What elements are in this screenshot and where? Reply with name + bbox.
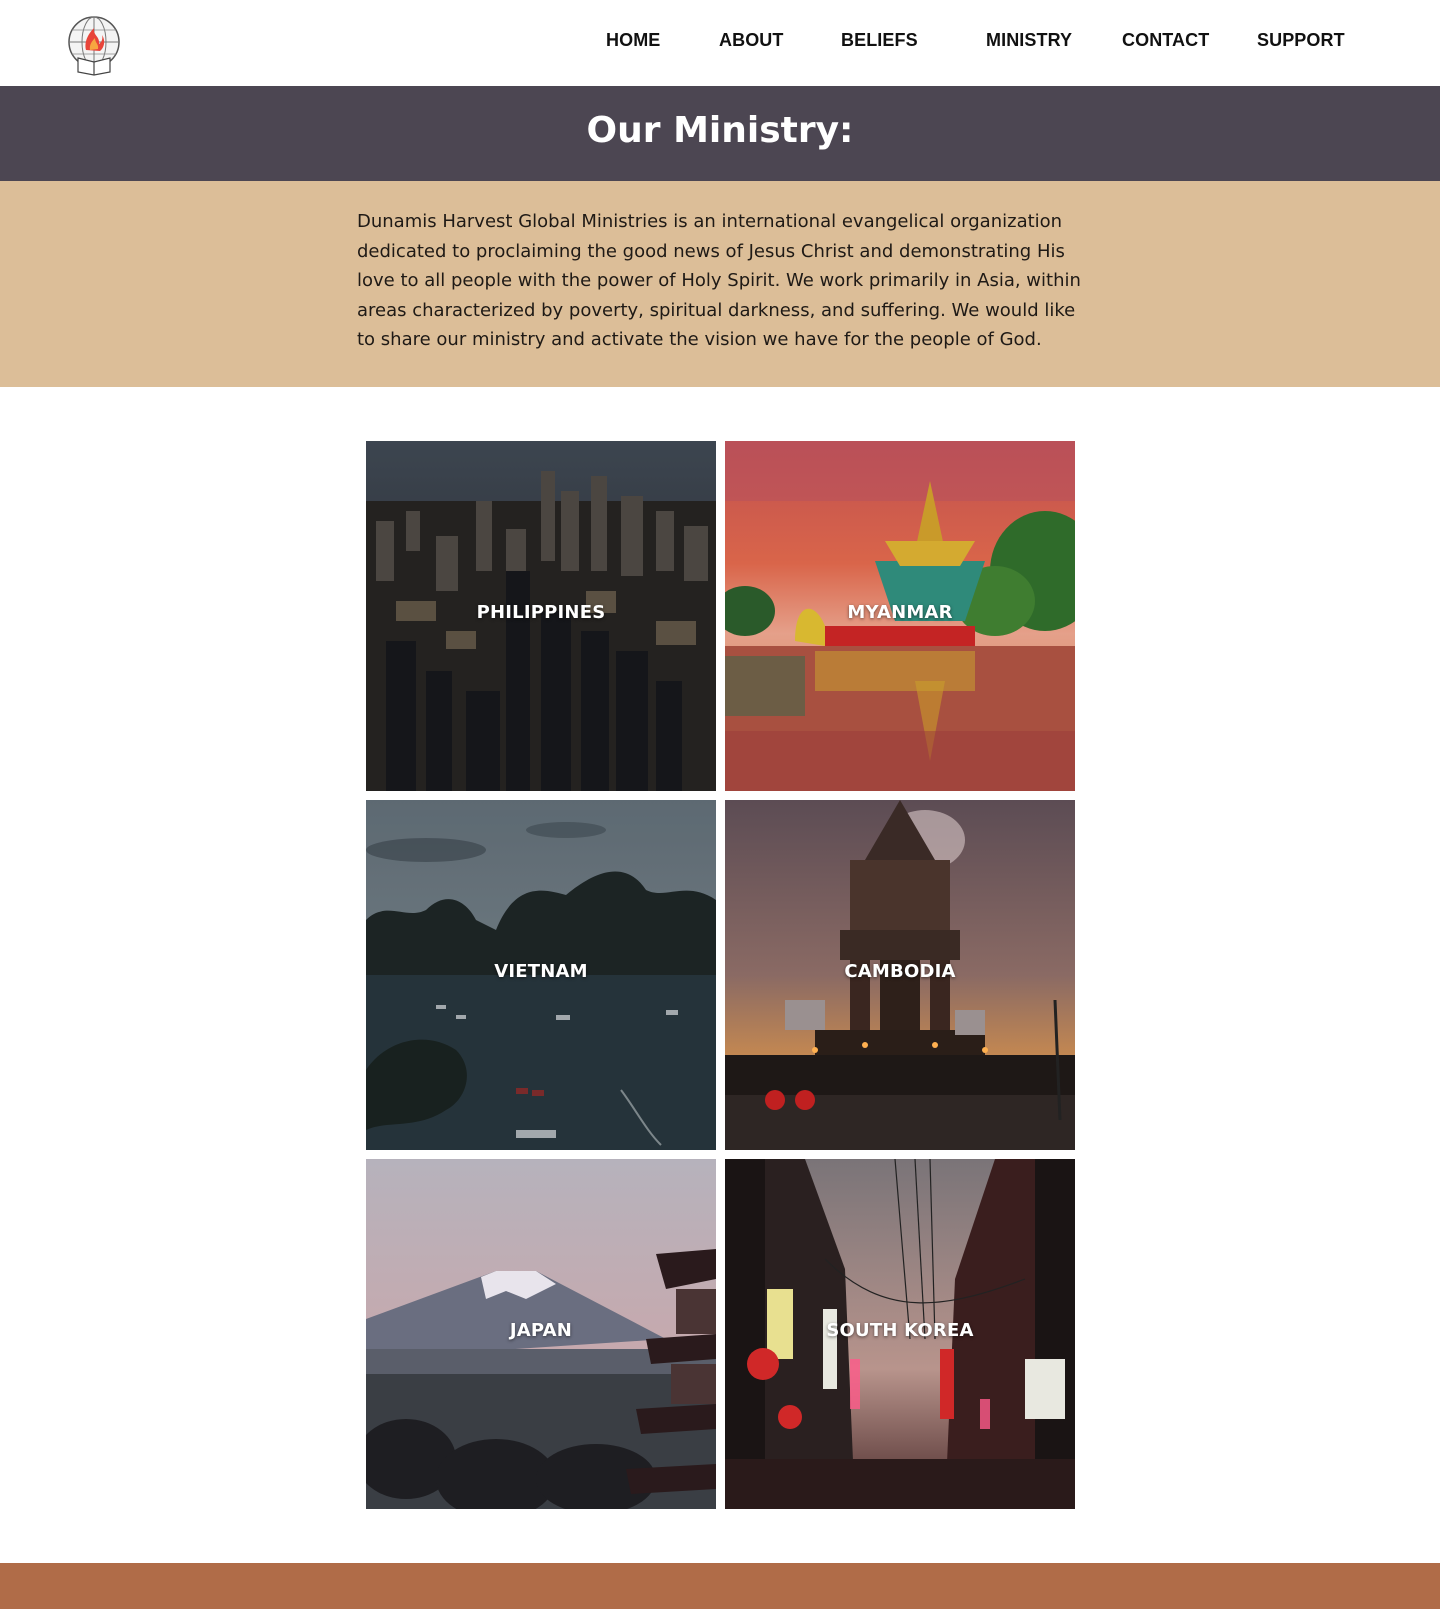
tile-label-south-korea: SOUTH KOREA [826, 1320, 974, 1341]
globe-bible-logo-icon[interactable] [66, 14, 122, 76]
intro-band: Dunamis Harvest Global Ministries is an … [0, 181, 1440, 387]
title-band: Our Ministry: [0, 86, 1440, 181]
page-title: Our Ministry: [586, 110, 854, 151]
site-header: HOME ABOUT BELIEFS MINISTRY CONTACT SUPP… [0, 0, 1440, 86]
intro-paragraph: Dunamis Harvest Global Ministries is an … [357, 211, 1081, 350]
country-tile-myanmar[interactable]: MYANMAR [725, 441, 1075, 791]
nav-home[interactable]: HOME [606, 30, 660, 51]
country-tile-cambodia[interactable]: CAMBODIA [725, 800, 1075, 1150]
nav-beliefs[interactable]: BELIEFS [841, 30, 918, 51]
nav-about[interactable]: ABOUT [719, 30, 784, 51]
nav-contact[interactable]: CONTACT [1122, 30, 1209, 51]
country-tile-vietnam[interactable]: VIETNAM [366, 800, 716, 1150]
tile-label-japan: JAPAN [509, 1320, 573, 1341]
nav-support[interactable]: SUPPORT [1257, 30, 1345, 51]
tile-label-vietnam: VIETNAM [494, 961, 588, 982]
nav-ministry[interactable]: MINISTRY [986, 30, 1072, 51]
country-tile-philippines[interactable]: PHILIPPINES [366, 441, 716, 791]
tile-label-cambodia: CAMBODIA [844, 961, 956, 982]
country-tile-south-korea[interactable]: SOUTH KOREA [725, 1159, 1075, 1509]
footer-band [0, 1563, 1440, 1609]
tile-label-philippines: PHILIPPINES [476, 602, 606, 623]
country-tile-japan[interactable]: JAPAN [366, 1159, 716, 1509]
tile-label-myanmar: MYANMAR [847, 602, 953, 623]
